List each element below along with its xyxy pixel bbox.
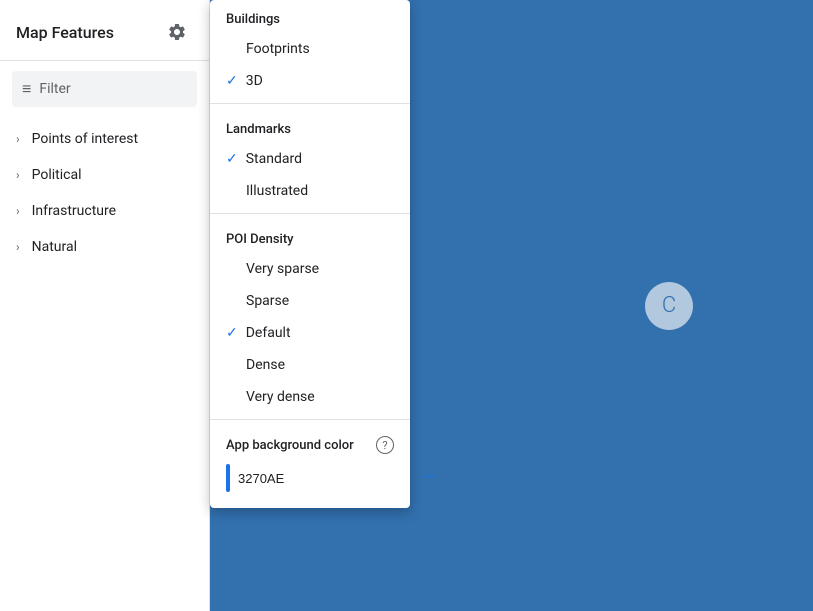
sidebar: Map Features ≡ Filter › Points of intere…	[0, 0, 210, 611]
poi-dense-item[interactable]: Dense	[210, 349, 410, 381]
nav-label-poi: Points of interest	[32, 131, 138, 147]
filter-bar[interactable]: ≡ Filter	[12, 71, 197, 107]
color-input-row: —	[210, 460, 410, 496]
question-mark: ?	[382, 439, 387, 452]
check-icon-standard: ✓	[226, 151, 238, 167]
poi-sparse-item[interactable]: Sparse	[210, 285, 410, 317]
buildings-footprints-item[interactable]: Footprints	[210, 33, 410, 65]
divider-3	[210, 419, 410, 420]
filter-icon: ≡	[22, 79, 31, 99]
nav-label-political: Political	[32, 167, 82, 183]
nav-item-infrastructure[interactable]: › Infrastructure	[0, 193, 209, 229]
nav-label-natural: Natural	[32, 239, 77, 255]
gear-button[interactable]	[161, 16, 193, 48]
color-hex-input[interactable]	[238, 471, 414, 486]
section-buildings: Buildings	[210, 0, 410, 33]
section-landmarks: Landmarks	[210, 110, 410, 143]
illustrated-label: Illustrated	[246, 183, 308, 199]
sidebar-title: Map Features	[16, 23, 114, 42]
spinner-letter: C	[662, 293, 676, 318]
nav-item-political[interactable]: › Political	[0, 157, 209, 193]
divider-2	[210, 213, 410, 214]
check-icon-3d: ✓	[226, 73, 238, 89]
nav-list: › Points of interest › Political › Infra…	[0, 117, 209, 269]
default-label: Default	[246, 325, 291, 341]
bg-color-row: App background color ?	[210, 426, 410, 460]
chevron-icon-natural: ›	[16, 240, 20, 254]
poi-very-dense-item[interactable]: Very dense	[210, 381, 410, 413]
standard-label: Standard	[246, 151, 302, 167]
nav-label-infrastructure: Infrastructure	[32, 203, 116, 219]
color-swatch[interactable]	[226, 464, 230, 492]
very-dense-label: Very dense	[246, 389, 315, 405]
3d-label: 3D	[246, 73, 263, 89]
bg-color-label: App background color	[226, 438, 354, 453]
landmarks-standard-item[interactable]: ✓ Standard	[210, 143, 410, 175]
sidebar-header: Map Features	[0, 0, 209, 61]
sparse-label: Sparse	[246, 293, 289, 309]
nav-item-natural[interactable]: › Natural	[0, 229, 209, 265]
color-clear-button[interactable]: —	[422, 469, 436, 487]
very-sparse-label: Very sparse	[246, 261, 319, 277]
poi-default-item[interactable]: ✓ Default	[210, 317, 410, 349]
footprints-label: Footprints	[246, 41, 310, 57]
dropdown-panel: Buildings Footprints ✓ 3D Landmarks ✓ St…	[210, 0, 410, 508]
section-poi-density: POI Density	[210, 220, 410, 253]
loading-spinner: C	[645, 282, 693, 330]
check-icon-default: ✓	[226, 325, 238, 341]
gear-icon	[167, 22, 187, 42]
chevron-icon-poi: ›	[16, 132, 20, 146]
nav-item-poi[interactable]: › Points of interest	[0, 121, 209, 157]
help-icon[interactable]: ?	[376, 436, 394, 454]
landmarks-illustrated-item[interactable]: Illustrated	[210, 175, 410, 207]
chevron-icon-infrastructure: ›	[16, 204, 20, 218]
chevron-icon-political: ›	[16, 168, 20, 182]
poi-very-sparse-item[interactable]: Very sparse	[210, 253, 410, 285]
divider-1	[210, 103, 410, 104]
dense-label: Dense	[246, 357, 285, 373]
buildings-3d-item[interactable]: ✓ 3D	[210, 65, 410, 97]
filter-label: Filter	[39, 81, 70, 97]
